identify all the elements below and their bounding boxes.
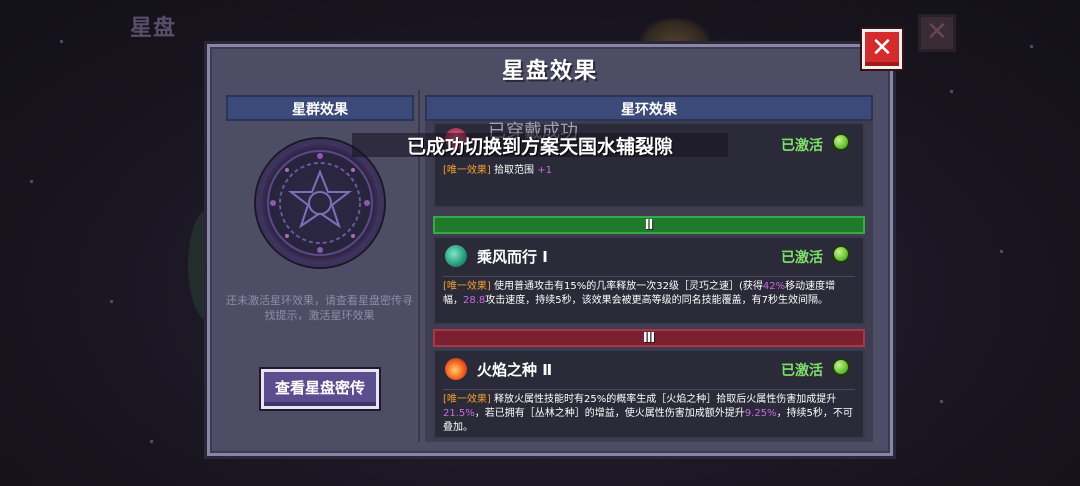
- bg-star: [30, 180, 33, 183]
- desc-text: 拾取范围: [494, 165, 534, 176]
- desc-tag: [唯一效果]: [443, 165, 491, 176]
- desc-highlight: +1: [537, 165, 552, 176]
- card-description: [唯一效果] 拾取范围 +1: [443, 161, 855, 178]
- view-star-chart-lore-button[interactable]: 查看星盘密传: [261, 369, 379, 409]
- constellation-effects-header: 星群效果: [226, 95, 414, 121]
- ring-effect-card: 乘风而行 Ⅰ 已激活 [唯一效果] 使用普通攻击有15%的几率释放一次32级［灵…: [433, 236, 865, 325]
- active-indicator-icon: [832, 245, 850, 263]
- bg-star: [60, 40, 63, 43]
- desc-highlight: 28.8: [463, 295, 486, 306]
- bg-star: [150, 440, 153, 443]
- card-description: [唯一效果] 释放火属性技能时有25%的概率生成［火焰之种］拾取后火属性伤害加成…: [443, 389, 855, 435]
- tier-3-bar: Ⅲ: [433, 329, 865, 347]
- background-emblem: [640, 18, 710, 44]
- tier-2-bar: Ⅱ: [433, 216, 865, 234]
- desc-tag: [唯一效果]: [443, 281, 491, 292]
- close-button[interactable]: ✕: [862, 29, 902, 69]
- star-disc-icon: [267, 150, 373, 256]
- background-close-icon: ✕: [918, 14, 956, 52]
- activated-label: 已激活: [781, 138, 823, 154]
- desc-highlight: 21.5%: [443, 408, 475, 419]
- card-head: 火焰之种 Ⅱ 已激活: [435, 351, 863, 387]
- bg-star: [110, 300, 113, 303]
- card-head: 乘风而行 Ⅰ 已激活: [435, 238, 863, 274]
- activated-label: 已激活: [781, 363, 823, 379]
- hint-text: 还未激活星环效果，请查看星盘密传寻找提示，激活星环效果: [226, 294, 413, 322]
- desc-text: 释放火属性技能时有25%的概率生成［火焰之种］拾取后火属性伤害加成提升: [494, 394, 837, 405]
- fire-seed-icon: [445, 358, 467, 380]
- card-description: [唯一效果] 使用普通攻击有15%的几率释放一次32级［灵巧之速］(获得42%移…: [443, 276, 855, 308]
- desc-highlight: 9.25%: [744, 408, 777, 419]
- activated-label: 已激活: [781, 250, 823, 266]
- background-title: 星盘: [130, 16, 177, 41]
- bg-star: [950, 90, 953, 93]
- wind-swirl-icon: [445, 245, 467, 267]
- skill-name: 火焰之种 Ⅱ: [477, 361, 553, 379]
- ring-effect-card: 火焰之种 Ⅱ 已激活 [唯一效果] 释放火属性技能时有25%的概率生成［火焰之种…: [433, 349, 865, 439]
- bg-star: [940, 400, 943, 403]
- desc-text: 攻击速度，持续5秒，该效果会被更高等级的同名技能覆盖，有7秒生效间隔。: [485, 295, 828, 306]
- bg-star: [1030, 45, 1033, 48]
- skill-name: 乘风而行 Ⅰ: [477, 248, 548, 266]
- dialog-title: 星盘效果: [501, 59, 598, 84]
- desc-highlight: 42%: [762, 281, 786, 292]
- active-indicator-icon: [832, 133, 850, 151]
- toast-switched: 已成功切换到方案天国水辅裂隙: [406, 136, 673, 158]
- desc-tag: [唯一效果]: [443, 394, 491, 405]
- desc-text: ，若已拥有［丛林之种］的增益，使火属性伤害加成额外提升: [474, 408, 745, 419]
- active-indicator-icon: [832, 358, 850, 376]
- desc-text: 使用普通攻击有15%的几率释放一次32级［灵巧之速］(获得: [494, 281, 763, 292]
- bg-star: [1000, 250, 1003, 253]
